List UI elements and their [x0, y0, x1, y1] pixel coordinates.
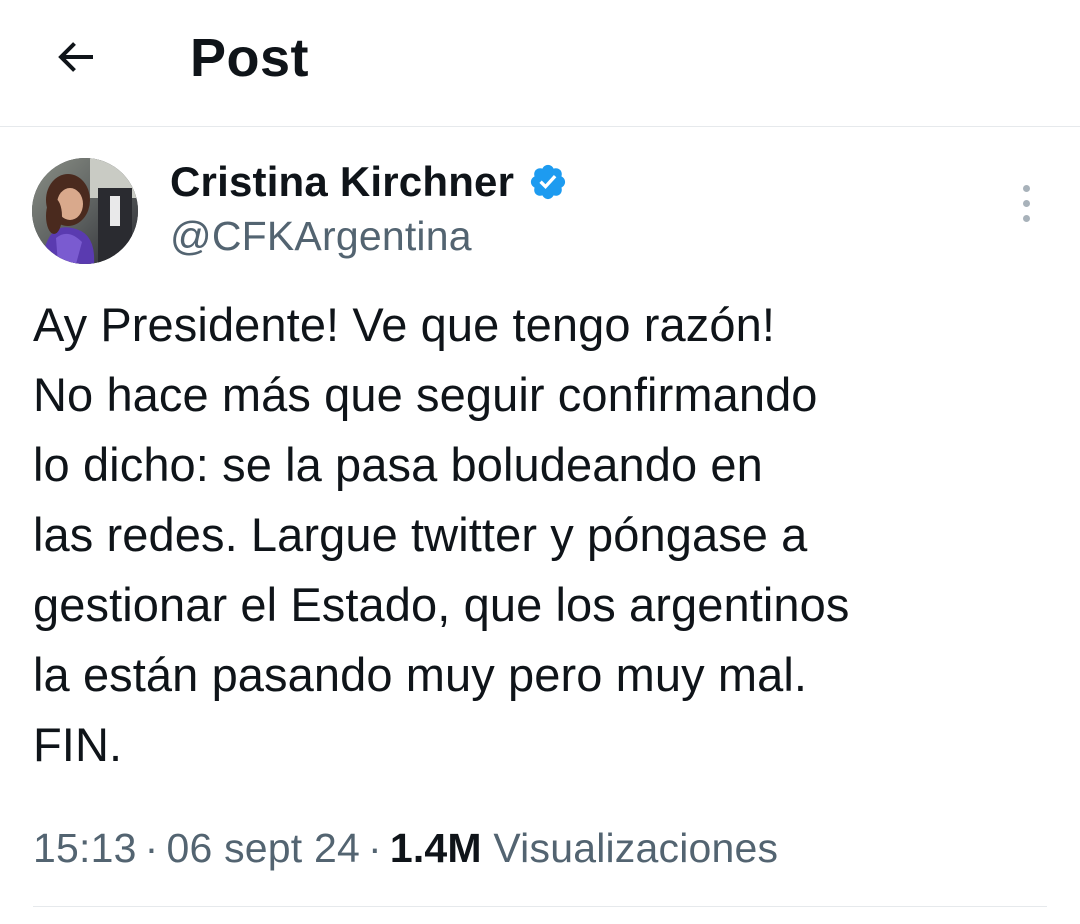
post-text-line: la están pasando muy pero muy mal.: [33, 648, 808, 701]
post-date[interactable]: 06 sept 24: [166, 825, 360, 871]
more-vertical-icon-dot: [1022, 214, 1030, 222]
post-screen: Post Cristina Kirchner @CFKArgentina Ay …: [0, 0, 1080, 924]
avatar[interactable]: [32, 158, 138, 264]
post-text-line: las redes. Largue twitter y póngase a: [33, 508, 808, 561]
meta-separator: ·: [144, 825, 159, 871]
post-text-line: lo dicho: se la pasa boludeando en: [33, 438, 763, 491]
more-vertical-icon-dot: [1022, 199, 1030, 207]
divider: [33, 906, 1047, 907]
author-row: Cristina Kirchner: [170, 152, 570, 212]
more-options-button[interactable]: [1006, 178, 1046, 228]
page-title: Post: [190, 28, 310, 88]
arrow-left-icon: [58, 42, 93, 72]
meta-separator: ·: [367, 825, 382, 871]
views-count[interactable]: 1.4M: [390, 825, 482, 871]
post-text-line: No hace más que seguir confirmando: [33, 368, 818, 421]
back-button[interactable]: [40, 22, 110, 92]
top-bar: Post: [0, 0, 1080, 127]
verified-badge-icon[interactable]: [526, 160, 570, 204]
more-vertical-icon: [1022, 184, 1030, 192]
post-text: Ay Presidente! Ve que tengo razón! No ha…: [33, 290, 1043, 780]
profile-photo: [32, 158, 138, 264]
author-handle[interactable]: @CFKArgentina: [170, 210, 472, 262]
post-text-line: Ay Presidente! Ve que tengo razón!: [33, 298, 775, 351]
views-label: Visualizaciones: [493, 825, 779, 871]
post-meta: 15:13 · 06 sept 24 · 1.4M Visualizaciones: [33, 820, 778, 876]
post-time[interactable]: 15:13: [33, 825, 137, 871]
post-text-line: gestionar el Estado, que los argentinos: [33, 578, 850, 631]
author-name[interactable]: Cristina Kirchner: [170, 158, 514, 206]
post-text-line: FIN.: [33, 718, 123, 771]
